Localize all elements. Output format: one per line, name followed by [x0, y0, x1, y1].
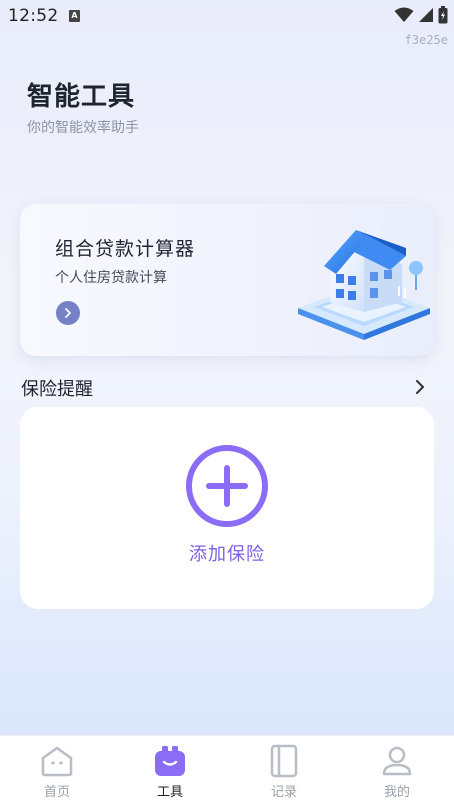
- status-time: 12:52: [8, 6, 59, 26]
- notebook-icon: [270, 744, 298, 778]
- loan-card-title: 组合贷款计算器: [55, 238, 196, 260]
- insurance-card: 添加保险: [20, 407, 434, 609]
- battery-icon: [438, 6, 448, 24]
- loan-card-subtitle: 个人住房贷款计算: [55, 270, 167, 286]
- home-icon: [41, 746, 73, 777]
- build-tag: f3e25e: [404, 33, 448, 47]
- tab-label: 记录: [270, 785, 297, 800]
- add-insurance-button[interactable]: 添加保险: [20, 540, 434, 566]
- status-bar: 12:52 A: [0, 0, 454, 32]
- user-icon: [382, 746, 412, 776]
- tab-label: 首页: [43, 785, 70, 800]
- house-illustration: [298, 224, 430, 340]
- tab-tools[interactable]: 工具: [113, 736, 227, 807]
- wifi-icon: [394, 7, 414, 22]
- toolbox-icon: [155, 746, 185, 776]
- tab-records[interactable]: 记录: [227, 736, 341, 807]
- tab-profile[interactable]: 我的: [340, 736, 454, 807]
- page-subtitle: 你的智能效率助手: [27, 120, 139, 136]
- loan-calculator-card[interactable]: 组合贷款计算器 个人住房贷款计算: [20, 204, 434, 356]
- tab-label: 我的: [383, 785, 410, 800]
- status-icons: [394, 6, 448, 24]
- notification-icon: A: [69, 10, 80, 22]
- signal-icon: [419, 8, 433, 22]
- tab-bar: 首页 工具 记录 我的: [0, 735, 454, 807]
- tab-label: 工具: [156, 785, 183, 800]
- chevron-right-icon[interactable]: [56, 301, 80, 325]
- plus-circle-icon[interactable]: [185, 444, 269, 528]
- page-title: 智能工具: [27, 82, 136, 112]
- chevron-right-icon[interactable]: [410, 377, 430, 397]
- insurance-section-title: 保险提醒: [21, 379, 93, 400]
- tab-home[interactable]: 首页: [0, 736, 114, 807]
